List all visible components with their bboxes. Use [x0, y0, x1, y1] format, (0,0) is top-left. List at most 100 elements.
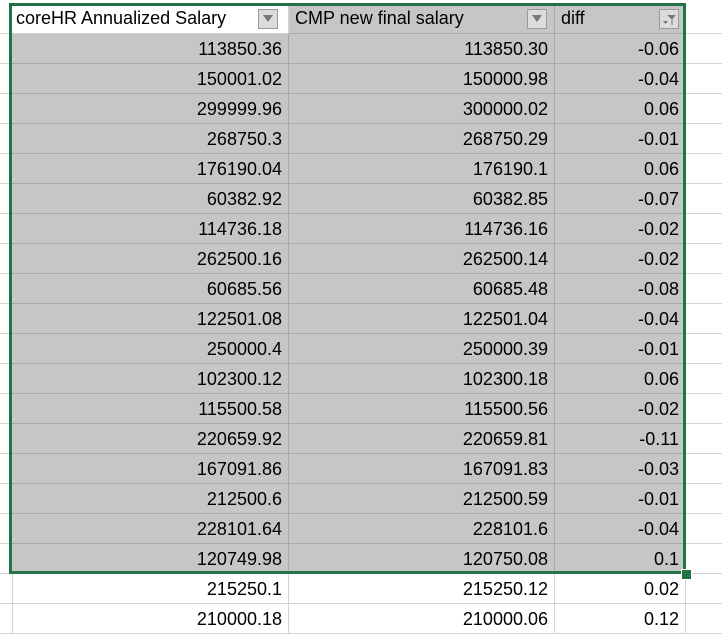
data-cell[interactable]: 250000.4 — [10, 334, 289, 364]
data-cell[interactable]: 215250.1 — [10, 574, 289, 604]
table-row: 60685.56 60685.48 -0.08 — [0, 274, 722, 304]
cell[interactable] — [686, 424, 722, 454]
data-cell[interactable]: 215250.12 — [289, 574, 555, 604]
table-row: 268750.3 268750.29 -0.01 — [0, 124, 722, 154]
data-cell[interactable]: 150000.98 — [289, 64, 555, 94]
cell[interactable] — [686, 34, 722, 64]
header-cell-cmp-salary[interactable]: CMP new final salary — [289, 4, 555, 34]
data-cell[interactable]: 210000.18 — [10, 604, 289, 634]
cell[interactable] — [686, 214, 722, 244]
data-cell[interactable]: 212500.59 — [289, 484, 555, 514]
data-cell[interactable]: -0.11 — [555, 424, 686, 454]
data-cell[interactable]: 0.06 — [555, 94, 686, 124]
data-cell[interactable]: 120750.08 — [289, 544, 555, 574]
data-cell[interactable]: 262500.14 — [289, 244, 555, 274]
data-cell[interactable]: 115500.58 — [10, 394, 289, 424]
cell[interactable] — [686, 364, 722, 394]
data-cell[interactable]: 220659.81 — [289, 424, 555, 454]
data-cell[interactable]: 120749.98 — [10, 544, 289, 574]
data-cell[interactable]: 102300.12 — [10, 364, 289, 394]
data-cell[interactable]: 0.06 — [555, 364, 686, 394]
cell[interactable] — [686, 244, 722, 274]
data-cell[interactable]: 0.02 — [555, 574, 686, 604]
cell[interactable] — [686, 484, 722, 514]
cell[interactable] — [686, 604, 722, 634]
data-cell[interactable]: 268750.29 — [289, 124, 555, 154]
cell[interactable] — [686, 274, 722, 304]
data-cell[interactable]: 60685.56 — [10, 274, 289, 304]
data-cell[interactable]: 102300.18 — [289, 364, 555, 394]
data-cell[interactable]: 176190.04 — [10, 154, 289, 184]
fill-handle[interactable] — [681, 569, 692, 580]
data-cell[interactable]: 114736.18 — [10, 214, 289, 244]
cell[interactable] — [686, 184, 722, 214]
data-cell[interactable]: -0.03 — [555, 454, 686, 484]
data-cell[interactable]: -0.04 — [555, 304, 686, 334]
table-row: 113850.36 113850.30 -0.06 — [0, 34, 722, 64]
data-cell[interactable]: 228101.64 — [10, 514, 289, 544]
data-cell[interactable]: 262500.16 — [10, 244, 289, 274]
data-cell[interactable]: 299999.96 — [10, 94, 289, 124]
data-cell[interactable]: 250000.39 — [289, 334, 555, 364]
data-cell[interactable]: -0.01 — [555, 484, 686, 514]
data-cell[interactable]: 60382.92 — [10, 184, 289, 214]
filter-dropdown-button[interactable] — [258, 9, 278, 29]
data-cell[interactable]: 220659.92 — [10, 424, 289, 454]
table-row: 122501.08 122501.04 -0.04 — [0, 304, 722, 334]
header-row: coreHR Annualized Salary CMP new final s… — [0, 4, 722, 34]
cell[interactable] — [686, 124, 722, 154]
cell[interactable] — [686, 64, 722, 94]
cell[interactable] — [686, 454, 722, 484]
data-cell[interactable]: -0.01 — [555, 334, 686, 364]
data-cell[interactable]: 167091.86 — [10, 454, 289, 484]
data-cell[interactable]: 300000.02 — [289, 94, 555, 124]
cell[interactable] — [686, 94, 722, 124]
data-cell[interactable]: 210000.06 — [289, 604, 555, 634]
data-cell[interactable]: 176190.1 — [289, 154, 555, 184]
data-cell[interactable]: -0.07 — [555, 184, 686, 214]
header-cell-corehr-salary[interactable]: coreHR Annualized Salary — [10, 4, 289, 34]
header-label: coreHR Annualized Salary — [16, 8, 227, 28]
table-row: 176190.04 176190.1 0.06 — [0, 154, 722, 184]
filter-active-button[interactable] — [659, 9, 679, 29]
cell[interactable] — [686, 334, 722, 364]
data-cell[interactable]: 167091.83 — [289, 454, 555, 484]
data-cell[interactable]: 122501.04 — [289, 304, 555, 334]
filter-dropdown-button[interactable] — [527, 9, 547, 29]
filter-funnel-icon — [663, 15, 676, 25]
cell[interactable] — [686, 304, 722, 334]
cell[interactable] — [686, 154, 722, 184]
data-cell[interactable]: 122501.08 — [10, 304, 289, 334]
data-cell[interactable]: -0.02 — [555, 214, 686, 244]
data-cell[interactable]: 115500.56 — [289, 394, 555, 424]
chevron-down-icon — [263, 15, 273, 22]
data-cell[interactable]: -0.06 — [555, 34, 686, 64]
cell[interactable] — [686, 514, 722, 544]
data-cell[interactable]: -0.02 — [555, 394, 686, 424]
header-cell-diff[interactable]: diff — [555, 4, 686, 34]
data-cell[interactable]: 150001.02 — [10, 64, 289, 94]
table-row: 215250.1 215250.12 0.02 — [0, 574, 722, 604]
cell[interactable] — [686, 4, 722, 34]
data-cell[interactable]: 212500.6 — [10, 484, 289, 514]
data-cell[interactable]: 0.12 — [555, 604, 686, 634]
data-cell[interactable]: 60382.85 — [289, 184, 555, 214]
data-cell[interactable]: 268750.3 — [10, 124, 289, 154]
data-cell[interactable]: 0.06 — [555, 154, 686, 184]
cell[interactable] — [686, 394, 722, 424]
data-cell[interactable]: 113850.36 — [10, 34, 289, 64]
table-row: 212500.6 212500.59 -0.01 — [0, 484, 722, 514]
data-cell[interactable]: 0.1 — [555, 544, 686, 574]
data-cell[interactable]: 113850.30 — [289, 34, 555, 64]
data-cell[interactable]: -0.02 — [555, 244, 686, 274]
table-row: 150001.02 150000.98 -0.04 — [0, 64, 722, 94]
data-cell[interactable]: -0.01 — [555, 124, 686, 154]
table-row: 299999.96 300000.02 0.06 — [0, 94, 722, 124]
data-cell[interactable]: -0.08 — [555, 274, 686, 304]
data-cell[interactable]: 114736.16 — [289, 214, 555, 244]
data-cell[interactable]: 228101.6 — [289, 514, 555, 544]
table-row: 262500.16 262500.14 -0.02 — [0, 244, 722, 274]
data-cell[interactable]: -0.04 — [555, 514, 686, 544]
data-cell[interactable]: -0.04 — [555, 64, 686, 94]
data-cell[interactable]: 60685.48 — [289, 274, 555, 304]
